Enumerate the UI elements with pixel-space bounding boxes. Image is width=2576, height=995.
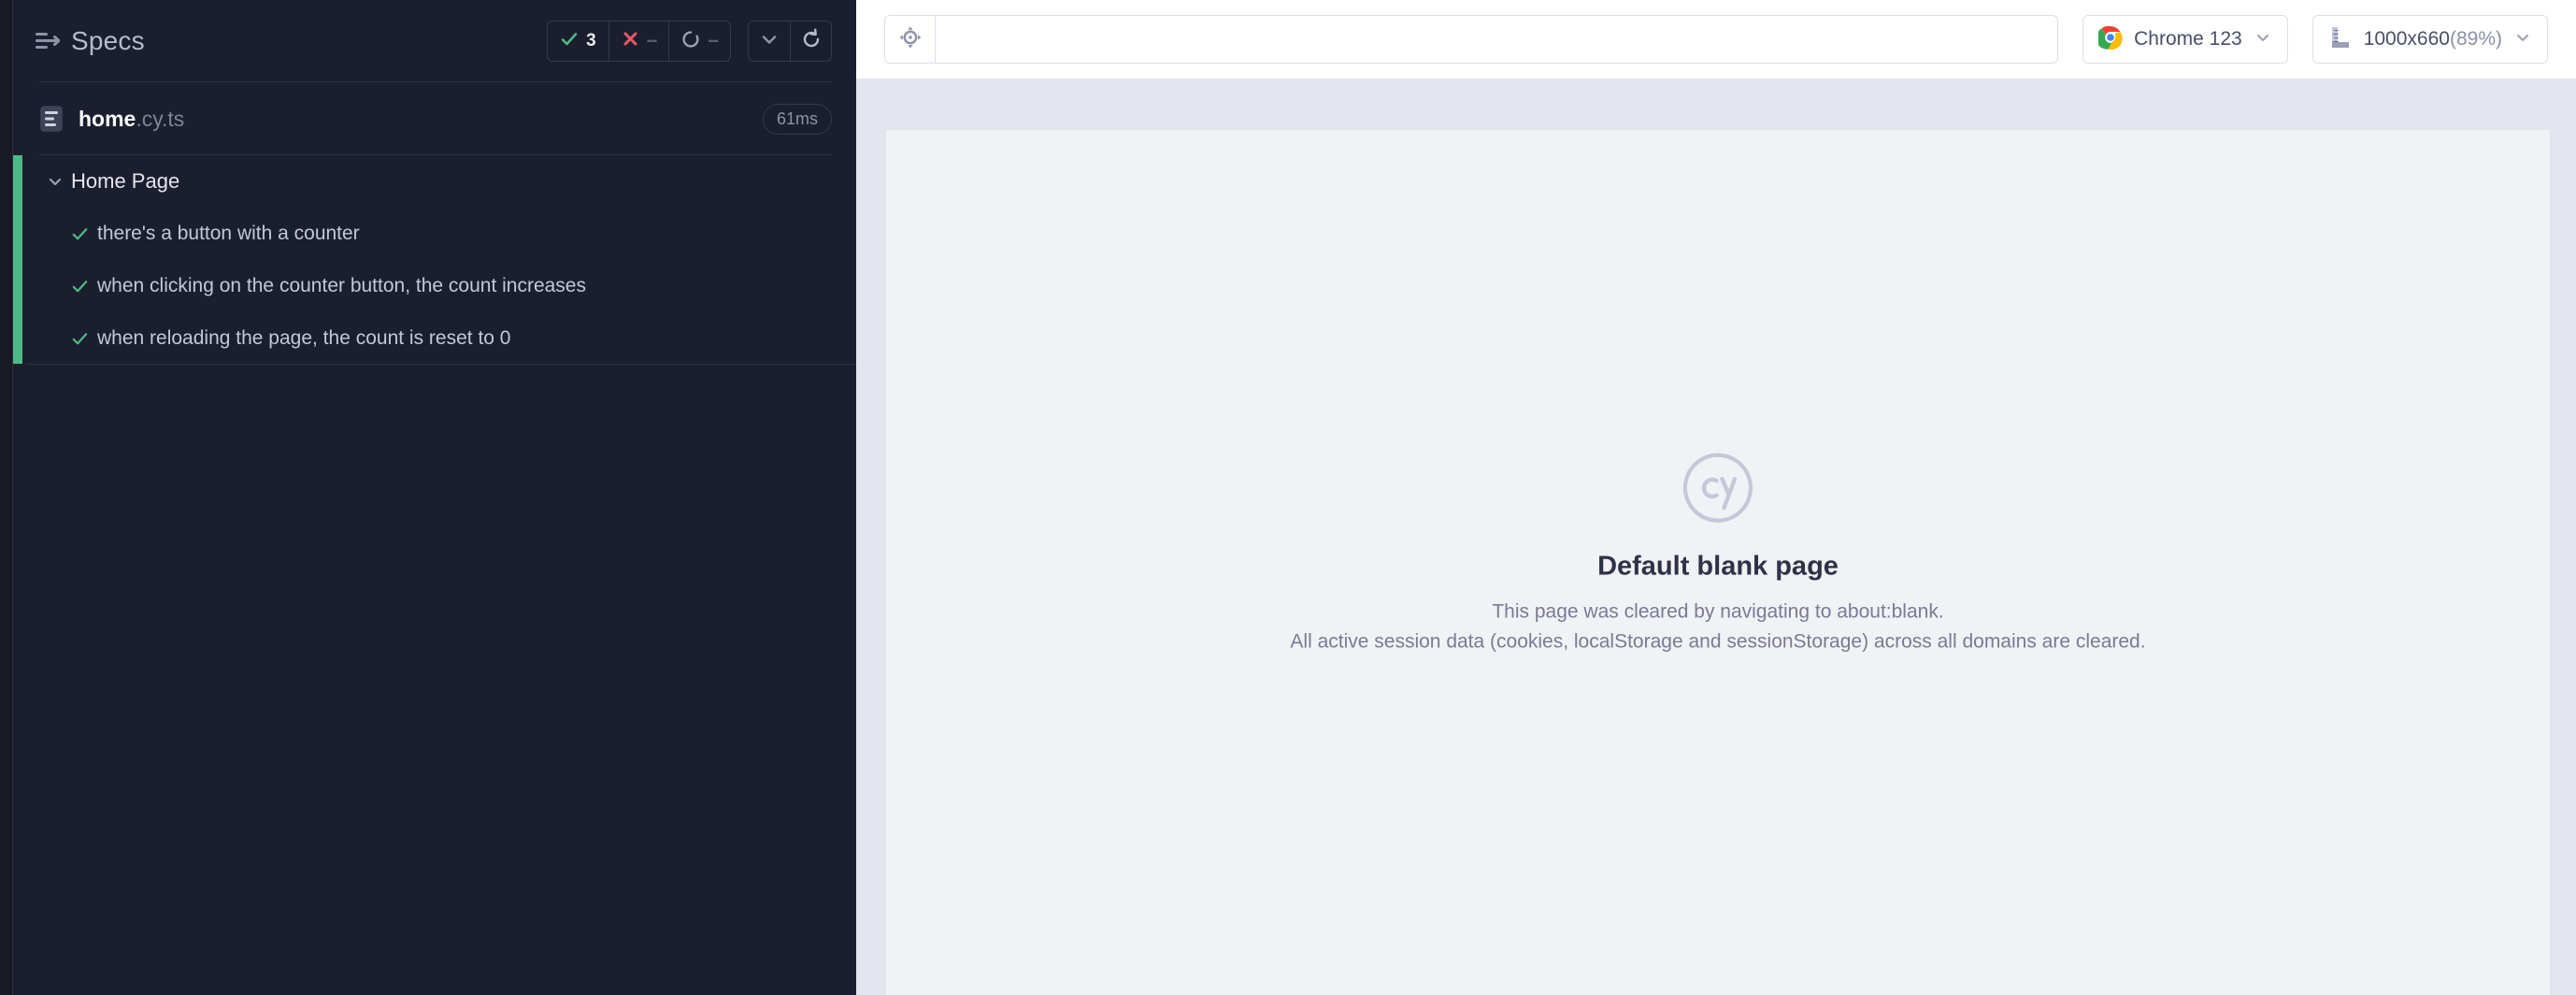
runner-toolbar: Chrome 123 1000x660(89%) (856, 0, 2576, 79)
stat-failed-value: -- (646, 31, 658, 50)
panel-collapse-icon[interactable] (32, 25, 64, 57)
chevron-down-icon[interactable] (47, 173, 71, 190)
viewport-size: 1000x660 (2363, 28, 2450, 50)
check-icon (71, 278, 97, 296)
chrome-icon (2096, 25, 2123, 54)
x-icon (622, 30, 639, 52)
spec-file-name: home (79, 106, 136, 131)
browser-label: Chrome 123 (2134, 28, 2242, 50)
circle-icon (681, 30, 700, 53)
spec-file-row[interactable]: home .cy.ts 61ms (13, 82, 856, 155)
application-under-test-frame[interactable]: Default blank page This page was cleared… (886, 130, 2550, 995)
panel-edge-strip (0, 0, 13, 995)
specs-controls (748, 21, 832, 62)
test-results-block: Home Page there's a button with a counte… (13, 155, 856, 365)
spec-file-icon (39, 105, 64, 133)
test-title: when clicking on the counter button, the… (97, 275, 586, 296)
rerun-button[interactable] (790, 22, 831, 61)
test-row[interactable]: when clicking on the counter button, the… (13, 260, 856, 312)
viewport-scale: (89%) (2449, 28, 2502, 50)
url-input[interactable] (936, 16, 2058, 63)
test-row[interactable]: there's a button with a counter (13, 208, 856, 260)
collapse-all-button[interactable] (749, 22, 790, 61)
chevron-down-icon (2254, 28, 2272, 51)
chevron-down-icon (759, 29, 780, 54)
chevron-down-icon (2513, 28, 2532, 51)
blank-page-message: Default blank page This page was cleared… (886, 451, 2550, 657)
viewport-selector[interactable]: 1000x660(89%) (2311, 15, 2548, 64)
test-stats-pill: 3 -- -- (547, 21, 731, 62)
specs-header: Specs 3 -- -- (13, 0, 856, 82)
suite-title: Home Page (71, 169, 180, 193)
ruler-icon (2328, 25, 2353, 54)
stat-pending-value: -- (708, 31, 719, 50)
check-icon (560, 30, 579, 53)
viewport-label: 1000x660(89%) (2364, 28, 2502, 50)
specs-panel-body: Specs 3 -- -- home .cy.ts 61ms Home Page… (13, 0, 856, 995)
stat-failed: -- (608, 22, 669, 61)
cypress-cy-logo-icon (886, 451, 2550, 528)
cypress-test-runner: Specs 3 -- -- home .cy.ts 61ms Home Page… (0, 0, 2576, 995)
test-title: when reloading the page, the count is re… (97, 327, 511, 349)
test-title: there's a button with a counter (97, 223, 360, 244)
stat-pending: -- (668, 22, 730, 61)
selector-playground-button[interactable] (885, 16, 936, 63)
runner-panel: Chrome 123 1000x660(89%) Default blank p… (856, 0, 2576, 995)
spec-duration-badge: 61ms (762, 103, 832, 135)
crosshair-icon (898, 25, 923, 54)
suite-status-accent-bar (13, 155, 22, 364)
check-icon (71, 330, 97, 348)
blank-page-line-2: All active session data (cookies, localS… (1290, 630, 2146, 653)
stat-passed-value: 3 (586, 31, 596, 50)
aut-container: Default blank page This page was cleared… (856, 79, 2576, 995)
stat-passed: 3 (548, 22, 608, 61)
blank-page-line-1: This page was cleared by navigating to a… (1492, 600, 1944, 623)
specs-panel: Specs 3 -- -- home .cy.ts 61ms Home Page… (0, 0, 856, 995)
url-bar-group (884, 15, 2059, 64)
check-icon (71, 225, 97, 243)
browser-selector[interactable]: Chrome 123 (2082, 15, 2288, 64)
page-title: Specs (71, 26, 145, 55)
suite-row-home-page[interactable]: Home Page (13, 155, 856, 208)
blank-page-title: Default blank page (1597, 551, 1839, 582)
spec-file-extension: .cy.ts (136, 106, 185, 131)
test-row[interactable]: when reloading the page, the count is re… (13, 312, 856, 365)
refresh-icon (800, 28, 823, 55)
